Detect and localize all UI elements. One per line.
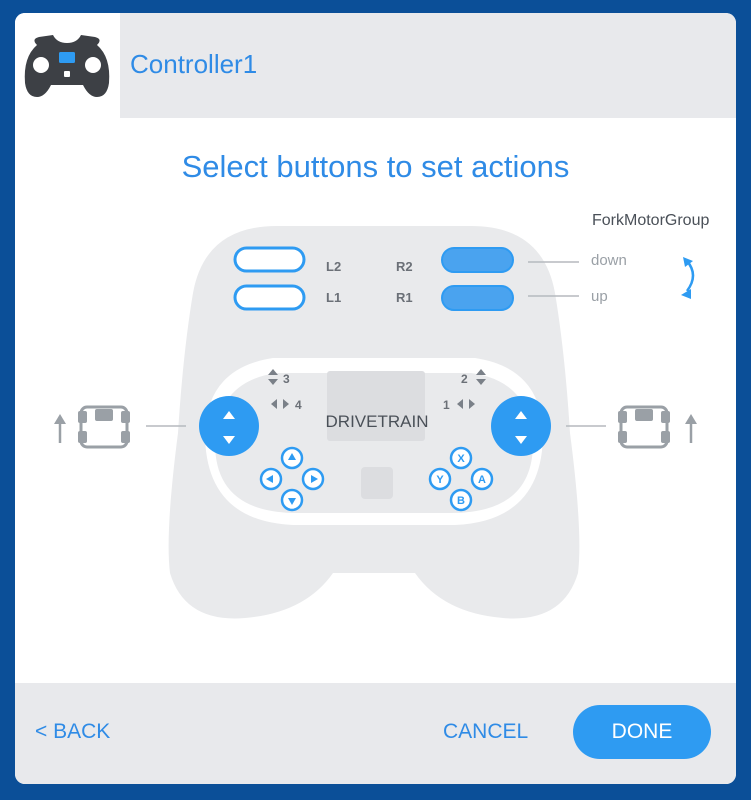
r2-action: down — [591, 252, 627, 269]
l1-button[interactable] — [233, 284, 306, 311]
right-forward-arrow-icon — [685, 414, 697, 443]
left-forward-arrow-icon — [54, 414, 66, 443]
y-button-label: Y — [436, 474, 444, 486]
left-robot-icon — [78, 405, 130, 449]
assignment-group-label: ForkMotorGroup — [592, 212, 709, 229]
rotate-arrows-icon — [681, 257, 695, 299]
right-joystick[interactable] — [491, 396, 551, 456]
r1-action: up — [591, 288, 608, 305]
b-button-label: B — [457, 495, 465, 507]
axis-1-label: 1 — [443, 398, 450, 412]
axis-4-label: 4 — [295, 398, 302, 412]
axis-3-label: 3 — [283, 372, 290, 386]
cancel-button[interactable]: CANCEL — [443, 720, 528, 744]
center-label: DRIVETRAIN — [326, 412, 429, 431]
l2-button[interactable] — [233, 246, 306, 273]
left-joystick[interactable] — [199, 396, 259, 456]
done-button[interactable]: DONE — [573, 705, 711, 759]
axis-2-label: 2 — [461, 372, 468, 386]
r1-button[interactable] — [441, 285, 514, 311]
controller-center-button — [361, 467, 393, 499]
a-button-label: A — [478, 474, 486, 486]
dialog-footer: < BACK CANCEL DONE — [15, 683, 736, 784]
l1-label: L1 — [326, 290, 341, 305]
controller-config-dialog: Controller1 Select buttons to set action… — [15, 13, 736, 784]
r2-button[interactable] — [441, 247, 514, 273]
controller-diagram: L2 L1 R2 R1 down up ForkMotorGroup 3 4 2… — [54, 212, 709, 619]
r1-label: R1 — [396, 290, 413, 305]
r2-label: R2 — [396, 259, 413, 274]
right-robot-icon — [618, 405, 670, 449]
x-button-label: X — [457, 453, 465, 465]
l2-label: L2 — [326, 259, 341, 274]
back-button[interactable]: < BACK — [35, 720, 110, 744]
